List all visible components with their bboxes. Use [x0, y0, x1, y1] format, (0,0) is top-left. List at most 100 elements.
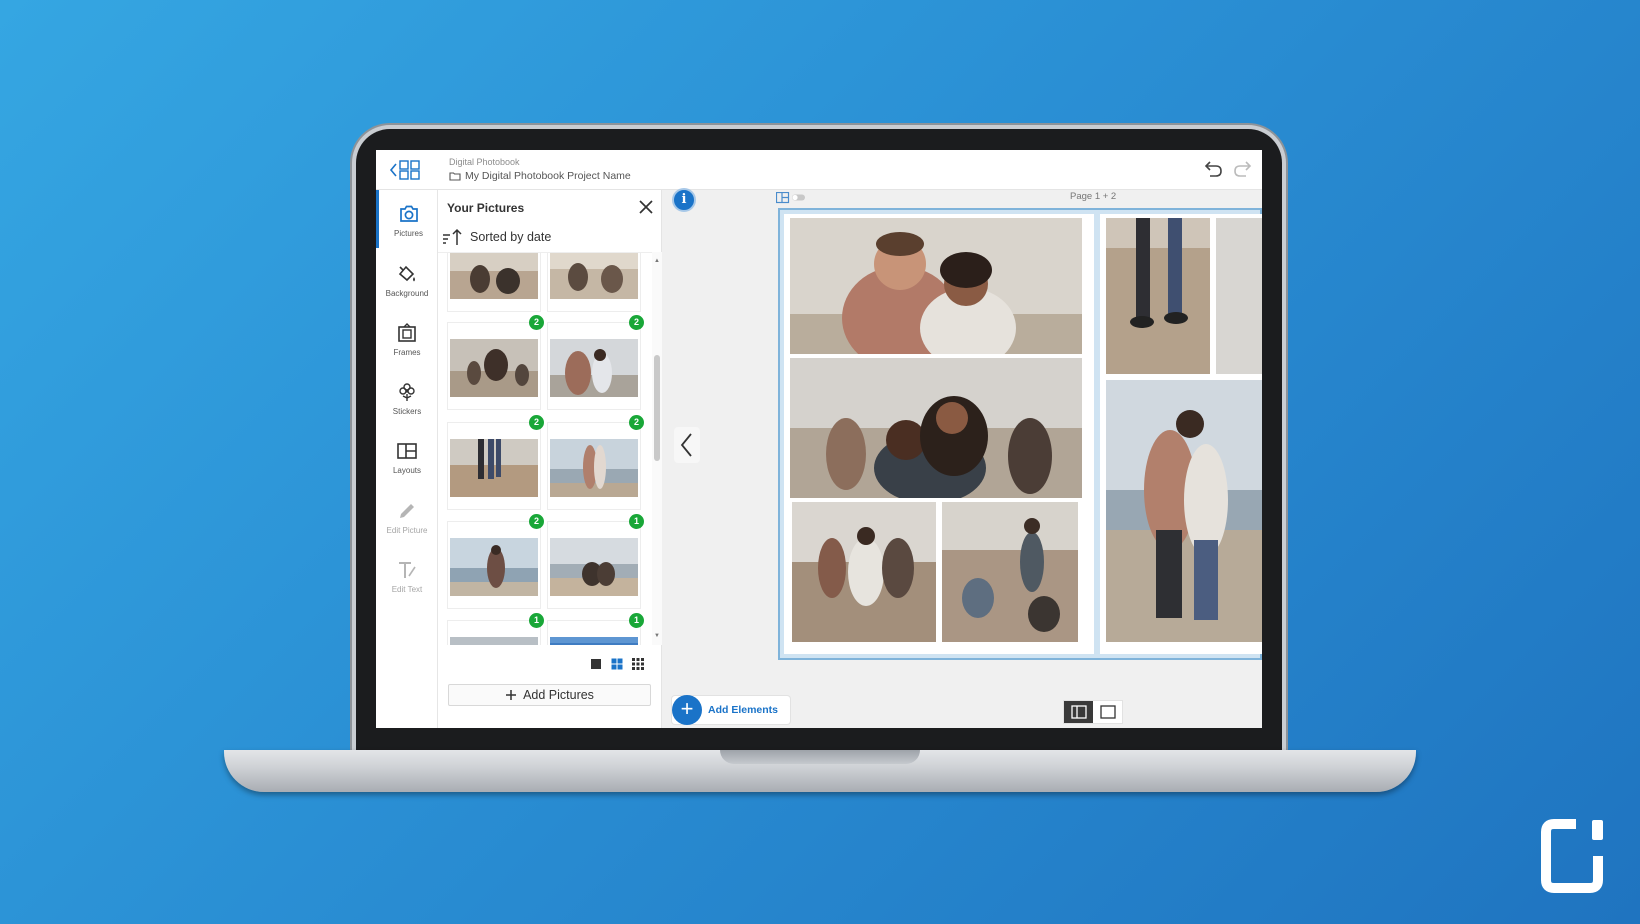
page-photo[interactable] [942, 502, 1078, 642]
laptop-notch [720, 750, 920, 764]
breadcrumb-app-title: Digital Photobook [449, 157, 520, 167]
info-icon[interactable]: i [672, 188, 696, 212]
layouts-icon [397, 443, 417, 459]
usage-count-badge: 2 [529, 415, 544, 430]
add-pictures-button[interactable]: Add Pictures [448, 684, 651, 706]
rail-item-edit-picture[interactable]: Edit Picture [376, 487, 438, 545]
thumbnail-image [450, 253, 538, 299]
usage-count-badge: 2 [529, 514, 544, 529]
picture-thumbnail[interactable]: 2 [448, 415, 544, 509]
thumbnail-image [550, 339, 638, 397]
layout-toggle-icon[interactable] [776, 192, 806, 204]
spread-view-icon [1070, 705, 1087, 719]
rail-item-stickers[interactable]: Stickers [376, 368, 438, 426]
plus-icon: + [672, 695, 702, 725]
photobook-spread [778, 208, 1262, 660]
large-thumbnails-icon[interactable] [590, 658, 602, 670]
page-photo[interactable] [1106, 380, 1262, 642]
flower-sticker-icon [399, 383, 415, 401]
top-bar: Digital Photobook My Digital Photobook P… [376, 150, 1262, 190]
undo-icon[interactable] [1202, 159, 1224, 179]
rail-label: Edit Text [391, 585, 423, 594]
picture-thumbnail[interactable]: 2 [548, 415, 644, 509]
rail-label: Layouts [392, 466, 422, 475]
single-page-icon [1099, 705, 1116, 719]
usage-count-badge: 1 [629, 613, 644, 628]
usage-count-badge: 2 [529, 315, 544, 330]
rail-label: Frames [393, 348, 421, 357]
rail-item-background[interactable]: Background [376, 250, 438, 308]
thumbnail-image [450, 339, 538, 397]
picture-thumbnail[interactable] [448, 253, 540, 311]
thumbnail-image [550, 637, 638, 645]
left-page [784, 214, 1094, 654]
camera-icon [399, 205, 418, 222]
page-photo[interactable] [790, 218, 1082, 354]
brand-logo-icon [1541, 819, 1603, 893]
sort-label: Sorted by date [470, 230, 552, 244]
thumbnail-image [450, 637, 538, 645]
pictures-scrollbar[interactable]: ▲ ▼ [652, 252, 662, 645]
add-elements-label: Add Elements [708, 704, 779, 716]
usage-count-badge: 1 [529, 613, 544, 628]
panel-title: Your Pictures [447, 201, 525, 215]
rail-label: Stickers [392, 407, 422, 416]
thumbnail-image [550, 253, 638, 299]
thumbnail-image [450, 439, 538, 497]
page-photo[interactable] [1106, 218, 1210, 374]
page-photo[interactable] [792, 502, 936, 642]
thumbnail-image [550, 439, 638, 497]
right-page [1100, 214, 1262, 654]
add-pictures-label: Add Pictures [523, 688, 594, 702]
redo-icon[interactable] [1232, 159, 1254, 179]
usage-count-badge: 2 [629, 315, 644, 330]
picture-thumbnail[interactable]: 2 [448, 514, 544, 608]
plus-icon [506, 690, 517, 700]
paint-bucket-icon [398, 265, 415, 282]
small-thumbnails-icon[interactable] [632, 658, 644, 670]
project-breadcrumb[interactable]: My Digital Photobook Project Name [449, 170, 631, 182]
text-icon [399, 562, 416, 578]
pencil-icon [400, 504, 414, 518]
rail-item-layouts[interactable]: Layouts [376, 427, 438, 485]
page-photo[interactable] [1216, 218, 1262, 374]
picture-thumbnail[interactable]: 2 [448, 315, 544, 409]
medium-thumbnails-icon[interactable] [611, 658, 623, 670]
scroll-thumb[interactable] [654, 355, 660, 461]
rail-label: Background [385, 289, 429, 298]
page-photo[interactable] [790, 358, 1082, 498]
picture-thumbnail[interactable]: 1 [548, 613, 644, 645]
tool-rail: Pictures Background Frames Stickers Layo… [376, 190, 438, 728]
folder-icon [449, 172, 461, 181]
picture-thumbnail[interactable]: 1 [448, 613, 544, 645]
pictures-panel: Your Pictures Sorted by date 2 2 2 2 2 1… [438, 190, 662, 728]
thumbnail-image [550, 538, 638, 596]
scroll-down-icon[interactable]: ▼ [654, 633, 660, 639]
rail-item-pictures[interactable]: Pictures [376, 190, 438, 248]
rail-item-frames[interactable]: Frames [376, 309, 438, 367]
add-elements-button[interactable]: + Add Elements [672, 695, 791, 725]
usage-count-badge: 1 [629, 514, 644, 529]
sort-control[interactable]: Sorted by date [442, 228, 551, 246]
thumbnail-image [450, 538, 538, 596]
single-page-view-button[interactable] [1093, 701, 1122, 723]
picture-thumbnail[interactable]: 1 [548, 514, 644, 608]
back-to-overview-icon[interactable] [388, 158, 424, 182]
rail-item-edit-text[interactable]: Edit Text [376, 546, 438, 604]
page-view-toggle [1063, 700, 1123, 724]
pictures-grid: 2 2 2 2 2 1 1 1 [438, 252, 652, 645]
spread-view-button[interactable] [1064, 701, 1093, 723]
usage-count-badge: 2 [629, 415, 644, 430]
close-icon[interactable] [637, 198, 655, 216]
app-screen: Digital Photobook My Digital Photobook P… [376, 150, 1262, 728]
thumbnail-size-toggles [590, 658, 644, 670]
scroll-up-icon[interactable]: ▲ [654, 258, 660, 264]
rail-label: Edit Picture [386, 526, 428, 535]
project-name: My Digital Photobook Project Name [465, 170, 631, 182]
picture-thumbnail[interactable] [548, 253, 640, 311]
picture-thumbnail[interactable]: 2 [548, 315, 644, 409]
previous-page-chevron-icon[interactable] [674, 427, 700, 463]
rail-label: Pictures [394, 229, 423, 238]
frame-icon [398, 323, 416, 342]
page-indicator: Page 1 + 2 [1070, 191, 1117, 202]
